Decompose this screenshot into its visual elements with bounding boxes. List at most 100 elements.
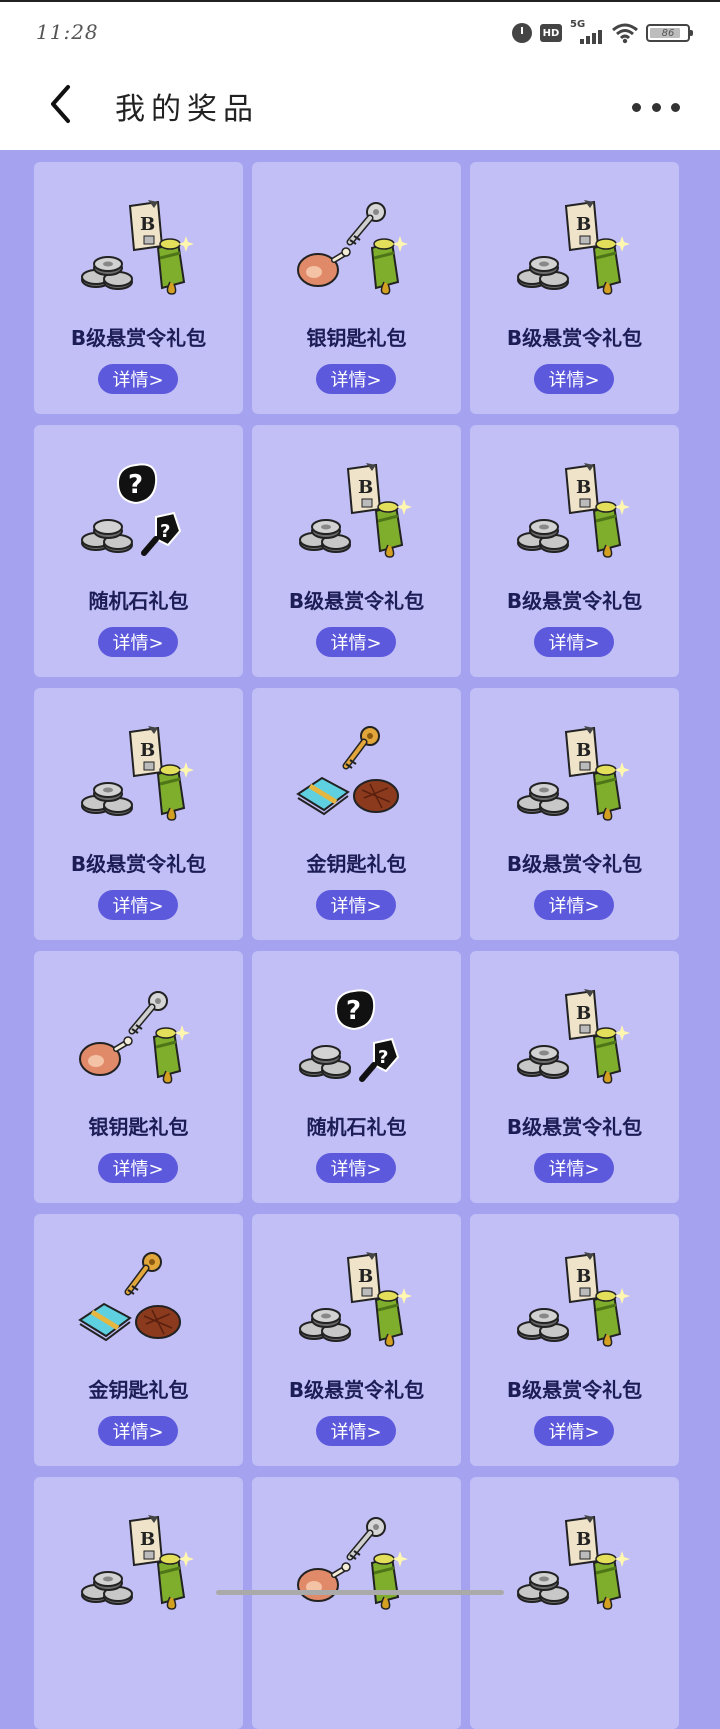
more-horizontal-icon — [671, 102, 680, 112]
network-label: 5G — [570, 19, 586, 30]
detail-button[interactable]: 详情> — [98, 1416, 178, 1446]
prize-card[interactable]: 金钥匙礼包 详情> — [34, 1214, 243, 1466]
detail-button[interactable]: 详情> — [316, 1416, 396, 1446]
prize-name: 随机石礼包 — [306, 1115, 407, 1139]
coin-stack-icon — [517, 782, 569, 816]
mystery-stone-icon: ? — [141, 511, 182, 556]
prize-grid: B B级悬赏令礼包 详情> 银钥匙礼包 详情> B B级悬赏令礼包 详情> ? … — [34, 162, 680, 1729]
coin-stack-icon — [517, 1045, 569, 1079]
coin-stack-icon — [299, 519, 351, 553]
detail-button[interactable]: 详情> — [98, 1153, 178, 1183]
more-horizontal-icon — [651, 102, 661, 112]
coin-stack-icon — [517, 1308, 569, 1342]
signal-bar — [580, 39, 584, 44]
wifi-icon — [612, 23, 638, 44]
detail-button[interactable]: 详情> — [534, 890, 614, 920]
bamboo-bag-icon — [156, 236, 194, 295]
detail-button[interactable]: 详情> — [98, 627, 178, 657]
status-bar: 11:28 HD 5G 86 — [0, 0, 720, 66]
bounty-scroll-icon: B — [346, 463, 382, 515]
prize-card[interactable]: ? ? 随机石礼包详情> — [34, 425, 243, 677]
more-horizontal-icon — [632, 102, 641, 112]
more-button[interactable] — [632, 92, 680, 122]
prize-card[interactable]: B B级悬赏令礼包 详情> — [470, 951, 679, 1203]
prize-card[interactable]: B B级悬赏令礼包详情> — [470, 162, 679, 414]
question-mark-icon: ? — [116, 463, 158, 505]
detail-button[interactable]: 详情> — [316, 364, 396, 394]
bounty-gift-icon: B — [510, 198, 638, 298]
silver-key-icon — [346, 202, 386, 246]
home-indicator[interactable] — [216, 1590, 504, 1595]
bounty-scroll-icon: B — [564, 726, 600, 778]
back-button[interactable] — [36, 80, 84, 128]
alarm-icon — [512, 23, 532, 43]
bounty-gift-icon: B — [510, 1513, 638, 1613]
prize-card[interactable]: ? ? 随机石礼包 详情> — [252, 951, 461, 1203]
gold-gift-icon — [292, 724, 420, 824]
bounty-scroll-icon: B — [346, 1252, 382, 1304]
detail-button[interactable]: 详情> — [534, 364, 614, 394]
silver-gift-icon — [74, 987, 202, 1087]
prize-card[interactable]: B B级悬赏令礼包 详情> — [470, 1214, 679, 1466]
coin-stack-icon — [299, 1308, 351, 1342]
prize-name: 金钥匙礼包 — [306, 852, 407, 876]
bounty-gift-icon: B — [510, 1250, 638, 1350]
prize-card[interactable]: B — [34, 1477, 243, 1729]
bamboo-bag-icon — [374, 499, 412, 558]
detail-button[interactable]: 详情> — [316, 1153, 396, 1183]
prize-name: B级悬赏令礼包 — [288, 589, 425, 613]
prize-card[interactable] — [252, 1477, 461, 1729]
bounty-gift-icon: B — [292, 1250, 420, 1350]
bamboo-bag-icon — [592, 1025, 630, 1084]
detail-button[interactable]: 详情> — [534, 627, 614, 657]
svg-text:B: B — [576, 477, 591, 498]
prize-name: 随机石礼包 — [88, 589, 189, 613]
battery-level: 86 — [661, 27, 675, 39]
prize-card[interactable]: B B级悬赏令礼包详情> — [252, 425, 461, 677]
prize-card[interactable]: B B级悬赏令礼包详情> — [470, 688, 679, 940]
prize-card[interactable]: 银钥匙礼包 详情> — [34, 951, 243, 1203]
bamboo-bag-icon — [592, 762, 630, 821]
bamboo-bag-icon — [152, 1025, 190, 1084]
status-icons: HD 5G 86 — [512, 19, 693, 44]
coin-stack-icon — [81, 256, 133, 290]
prize-name: B级悬赏令礼包 — [506, 589, 643, 613]
prize-card[interactable]: B B级悬赏令礼包 详情> — [34, 162, 243, 414]
silver-key-icon — [128, 991, 168, 1035]
coin-stack-icon — [517, 519, 569, 553]
prize-card[interactable]: B B级悬赏令礼包详情> — [470, 425, 679, 677]
bamboo-bag-icon — [592, 1551, 630, 1610]
gold-key-icon — [124, 1252, 162, 1296]
prize-card[interactable]: 金钥匙礼包详情> — [252, 688, 461, 940]
bamboo-bag-icon — [156, 762, 194, 821]
coin-stack-icon — [81, 1571, 133, 1605]
signal-bar — [592, 33, 596, 44]
bamboo-bag-icon — [370, 236, 408, 295]
svg-text:B: B — [576, 1266, 591, 1287]
prize-card[interactable]: 银钥匙礼包 详情> — [252, 162, 461, 414]
prize-name: B级悬赏令礼包 — [288, 1378, 425, 1402]
detail-button[interactable]: 详情> — [534, 1416, 614, 1446]
steak-icon — [135, 1305, 181, 1339]
steak-icon — [353, 779, 399, 813]
detail-button[interactable]: 详情> — [316, 627, 396, 657]
prize-name: B级悬赏令礼包 — [506, 1115, 643, 1139]
silver-gift-icon — [292, 1513, 420, 1613]
prize-name: B级悬赏令礼包 — [70, 326, 207, 350]
bounty-scroll-icon: B — [564, 1252, 600, 1304]
detail-button[interactable]: 详情> — [316, 890, 396, 920]
bounty-gift-icon: B — [510, 461, 638, 561]
prize-name: B级悬赏令礼包 — [506, 852, 643, 876]
detail-button[interactable]: 详情> — [98, 364, 178, 394]
bounty-gift-icon: B — [74, 724, 202, 824]
prize-card[interactable]: B B级悬赏令礼包 详情> — [34, 688, 243, 940]
svg-text:?: ? — [346, 996, 361, 1026]
hd-icon: HD — [540, 24, 562, 42]
bamboo-bag-icon — [592, 499, 630, 558]
detail-button[interactable]: 详情> — [534, 1153, 614, 1183]
bounty-scroll-icon: B — [564, 1515, 600, 1567]
prize-name: B级悬赏令礼包 — [506, 326, 643, 350]
detail-button[interactable]: 详情> — [98, 890, 178, 920]
prize-card[interactable]: B — [470, 1477, 679, 1729]
prize-card[interactable]: B B级悬赏令礼包详情> — [252, 1214, 461, 1466]
